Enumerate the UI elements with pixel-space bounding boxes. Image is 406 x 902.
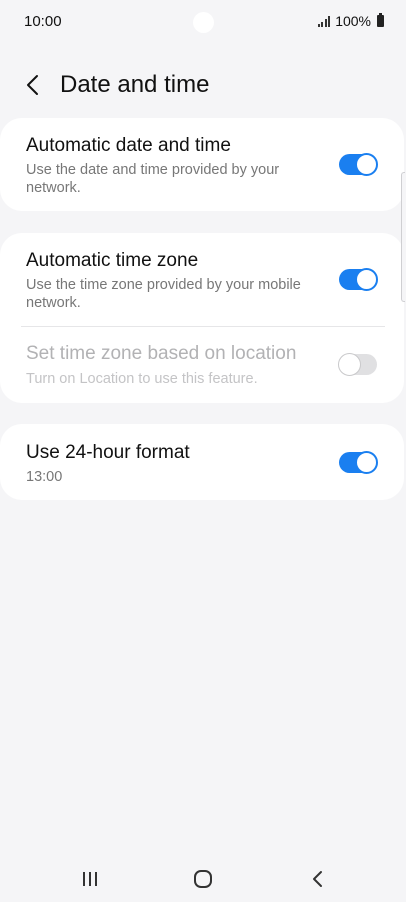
setting-automatic-time-zone[interactable]: Automatic time zone Use the time zone pr… <box>0 233 404 325</box>
setting-automatic-date-time[interactable]: Automatic date and time Use the date and… <box>0 118 404 211</box>
app-header: Date and time <box>0 60 406 110</box>
recents-icon <box>83 872 97 886</box>
back-button[interactable] <box>16 68 50 102</box>
use-24-hour-toggle[interactable] <box>339 451 378 474</box>
home-button[interactable] <box>183 865 223 893</box>
settings-card-format: Use 24-hour format 13:00 <box>0 424 404 500</box>
toggle-knob <box>355 153 378 176</box>
phone-screen: 10:00 100% Date and time Automatic date … <box>0 0 406 902</box>
battery-icon <box>377 13 384 27</box>
setting-title: Automatic date and time <box>26 135 231 156</box>
status-time: 10:00 <box>24 13 62 30</box>
camera-cutout <box>193 12 214 33</box>
setting-description: 13:00 <box>26 469 63 485</box>
back-icon <box>313 871 322 887</box>
battery-percent: 100% <box>335 13 371 29</box>
setting-title: Automatic time zone <box>26 250 199 271</box>
setting-description: Use the date and time provided by your n… <box>26 162 280 196</box>
toggle-knob <box>355 451 378 474</box>
setting-description: Turn on Location to use this feature. <box>26 371 258 387</box>
page-title: Date and time <box>60 71 210 98</box>
setting-location-time-zone: Set time zone based on location Turn on … <box>0 327 404 403</box>
chevron-left-icon <box>27 75 38 95</box>
setting-title: Set time zone based on location <box>26 343 297 364</box>
automatic-time-zone-toggle[interactable] <box>339 268 378 291</box>
home-icon <box>194 870 212 888</box>
setting-use-24-hour[interactable]: Use 24-hour format 13:00 <box>0 424 404 500</box>
recents-button[interactable] <box>70 865 110 893</box>
nav-back-button[interactable] <box>298 865 338 893</box>
location-time-zone-toggle <box>338 353 377 376</box>
settings-card-time-zone: Automatic time zone Use the time zone pr… <box>0 233 404 403</box>
status-bar: 10:00 100% <box>0 0 406 44</box>
automatic-date-time-toggle[interactable] <box>339 153 378 176</box>
toggle-knob <box>338 353 361 376</box>
settings-card-date-time: Automatic date and time Use the date and… <box>0 118 404 211</box>
signal-icon <box>317 15 331 27</box>
setting-title: Use 24-hour format <box>26 442 190 463</box>
status-icons: 100% <box>317 13 384 29</box>
scrollbar[interactable] <box>401 172 405 302</box>
navigation-bar <box>0 855 406 902</box>
toggle-knob <box>355 268 378 291</box>
setting-description: Use the time zone provided by your mobil… <box>26 277 301 311</box>
